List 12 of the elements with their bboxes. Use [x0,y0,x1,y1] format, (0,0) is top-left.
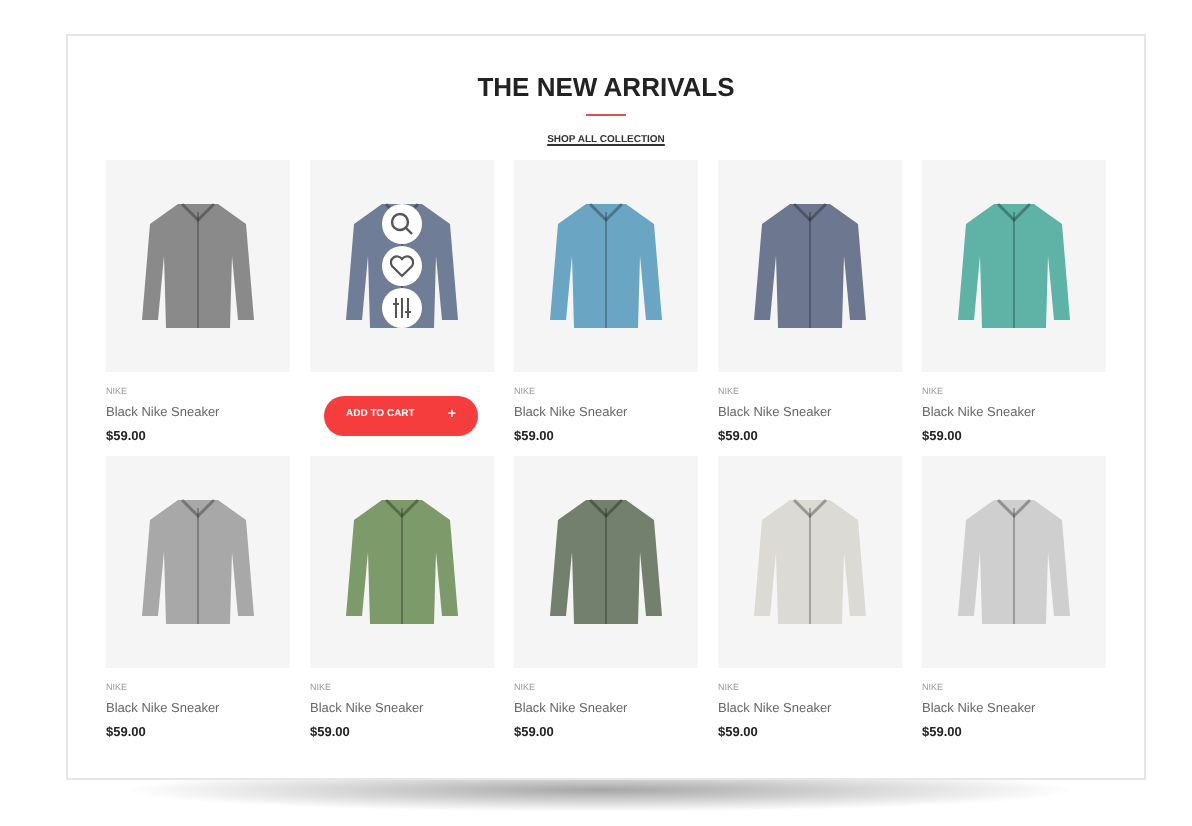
product-image[interactable] [922,160,1106,372]
product-image[interactable] [106,456,290,668]
product-image[interactable] [514,160,698,372]
product-image[interactable] [106,160,290,372]
search-icon [388,210,416,238]
compare-icon [388,294,416,322]
product-image[interactable] [310,160,494,372]
product-image[interactable] [310,456,494,668]
section-title: THE NEW ARRIVALS [477,72,735,104]
product-image[interactable] [718,160,902,372]
heart-icon [388,252,416,280]
product-image[interactable] [514,456,698,668]
